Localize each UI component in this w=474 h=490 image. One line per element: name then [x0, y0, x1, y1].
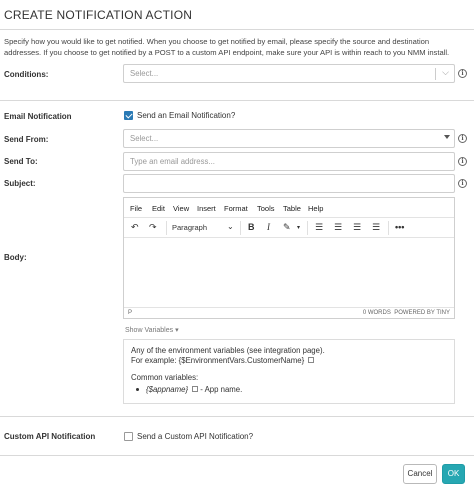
variables-panel: Any of the environment variables (see in… [123, 339, 455, 404]
body-label: Body: [4, 253, 27, 262]
send-from-placeholder: Select... [130, 134, 159, 143]
subject-input[interactable] [123, 174, 455, 193]
divider [0, 455, 474, 456]
email-notification-checkbox-label[interactable]: Send an Email Notification? [137, 111, 235, 120]
divider [0, 100, 474, 101]
menu-table[interactable]: Table [283, 204, 301, 213]
editor-menubar: File Edit View Insert Format Tools Table… [124, 198, 454, 218]
conditions-placeholder: Select... [130, 69, 159, 78]
send-to-placeholder: Type an email address... [130, 157, 215, 166]
info-icon[interactable]: i [458, 134, 467, 143]
toolbar-separator [388, 221, 389, 235]
chevron-down-icon[interactable]: ▾ [297, 224, 300, 231]
select-separator [435, 68, 436, 80]
align-right-icon[interactable]: ☰ [353, 222, 361, 233]
info-icon[interactable]: i [458, 69, 467, 78]
status-words: 0 WORDS [362, 310, 391, 316]
chevron-down-icon[interactable]: ⌄ [227, 222, 234, 231]
dialog-title: CREATE NOTIFICATION ACTION [4, 8, 193, 22]
subject-label: Subject: [4, 179, 36, 188]
align-center-icon[interactable]: ☰ [334, 222, 342, 233]
email-notification-checkbox[interactable] [124, 111, 133, 120]
text-color-icon[interactable]: ✎ [283, 222, 291, 233]
chevron-down-icon[interactable]: ⌵ [442, 67, 449, 78]
variable-item: {$appname} - App name. [146, 385, 242, 395]
custom-api-checkbox-label[interactable]: Send a Custom API Notification? [137, 432, 253, 441]
status-wordcount: 0 WORDS POWERED BY TINY [363, 310, 450, 316]
common-variables-label: Common variables: [131, 373, 199, 382]
dialog-description: Specify how you would like to get notifi… [4, 37, 450, 57]
menu-format[interactable]: Format [224, 204, 248, 213]
ok-button[interactable]: OK [442, 464, 465, 484]
variables-example-text: For example: {$EnvironmentVars.CustomerN… [131, 356, 305, 365]
italic-icon[interactable]: I [267, 222, 270, 232]
custom-api-checkbox[interactable] [124, 432, 133, 441]
menu-view[interactable]: View [173, 204, 189, 213]
more-icon[interactable]: ••• [395, 222, 404, 232]
align-left-icon[interactable]: ☰ [315, 222, 323, 233]
copy-icon[interactable] [192, 386, 199, 392]
block-format-dropdown[interactable]: Paragraph [172, 223, 207, 232]
editor-statusbar: P 0 WORDS POWERED BY TINY [124, 307, 454, 318]
rich-text-editor[interactable]: File Edit View Insert Format Tools Table… [123, 197, 455, 319]
show-variables-label: Show Variables [125, 327, 174, 334]
divider [0, 416, 474, 417]
status-path: P [128, 310, 133, 316]
send-to-input[interactable]: Type an email address... [123, 152, 455, 171]
menu-tools[interactable]: Tools [257, 204, 275, 213]
caret-down-icon[interactable] [444, 135, 450, 139]
variables-intro: Any of the environment variables (see in… [131, 346, 325, 355]
menu-file[interactable]: File [130, 204, 142, 213]
variable-description: - App name. [200, 385, 243, 394]
send-from-label: Send From: [4, 135, 49, 144]
menu-help[interactable]: Help [308, 204, 323, 213]
undo-icon[interactable]: ↶ [131, 222, 139, 233]
list-bullet [136, 388, 139, 391]
send-from-select[interactable]: Select... [123, 129, 455, 148]
editor-content-area[interactable] [124, 239, 454, 307]
bold-icon[interactable]: B [248, 222, 255, 232]
editor-toolbar: ↶ ↷ Paragraph ⌄ B I ✎ ▾ ☰ ☰ ☰ ☰ ••• [124, 218, 454, 238]
conditions-select[interactable]: Select... ⌵ [123, 64, 455, 83]
copy-icon[interactable] [308, 357, 315, 363]
info-icon[interactable]: i [458, 179, 467, 188]
variables-example: For example: {$EnvironmentVars.CustomerN… [131, 356, 315, 366]
conditions-label: Conditions: [4, 70, 49, 79]
chevron-down-icon: ▾ [175, 327, 179, 334]
redo-icon[interactable]: ↷ [149, 222, 157, 233]
email-notification-label: Email Notification [4, 112, 72, 121]
custom-api-label: Custom API Notification [4, 432, 96, 441]
cancel-button[interactable]: Cancel [403, 464, 437, 484]
toolbar-separator [307, 221, 308, 235]
status-powered[interactable]: POWERED BY TINY [394, 310, 450, 316]
variable-name: {$appname} [146, 385, 189, 394]
align-justify-icon[interactable]: ☰ [372, 222, 380, 233]
info-icon[interactable]: i [458, 157, 467, 166]
menu-insert[interactable]: Insert [197, 204, 216, 213]
send-to-label: Send To: [4, 157, 38, 166]
toolbar-separator [166, 221, 167, 235]
toolbar-separator [240, 221, 241, 235]
show-variables-toggle[interactable]: Show Variables ▾ [125, 326, 179, 334]
menu-edit[interactable]: Edit [152, 204, 165, 213]
divider [0, 29, 474, 30]
